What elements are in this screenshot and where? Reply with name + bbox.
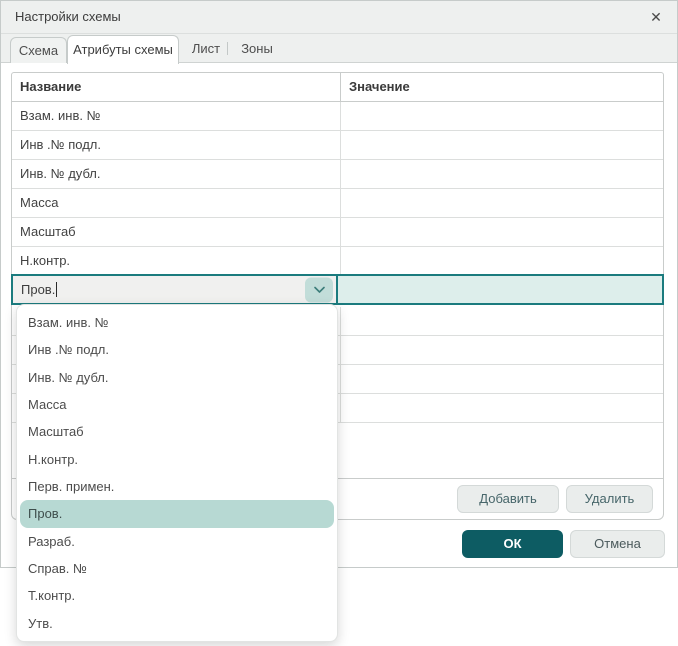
attribute-value-cell[interactable]: [341, 218, 663, 246]
attribute-value-cell[interactable]: [341, 336, 663, 364]
column-header-value: Значение: [349, 79, 410, 94]
close-icon[interactable]: ✕: [643, 5, 669, 29]
attribute-value-cell[interactable]: [341, 131, 663, 159]
dropdown-item[interactable]: Н.контр.: [20, 446, 334, 473]
table-row: Взам. инв. №: [12, 102, 663, 131]
dialog-title: Настройки схемы: [15, 9, 121, 24]
attribute-value-cell[interactable]: [341, 160, 663, 188]
attribute-value-cell[interactable]: [341, 365, 663, 393]
text-caret: [56, 282, 58, 297]
table-row: Инв. № дубл.: [12, 160, 663, 189]
attribute-name-cell[interactable]: Инв. № дубл.: [12, 160, 341, 188]
chevron-down-icon: [313, 286, 325, 293]
attribute-name-cell[interactable]: Инв .№ подл.: [12, 131, 341, 159]
column-header-name: Название: [12, 73, 341, 101]
attribute-value-cell[interactable]: [341, 247, 663, 275]
table-row: Н.контр.: [12, 247, 663, 276]
combobox-value: Пров.: [21, 282, 56, 297]
tab-strip: Схема Атрибуты схемы Лист Зоны: [1, 34, 677, 64]
attribute-dropdown-list: Взам. инв. № Инв .№ подл. Инв. № дубл. Масс…: [16, 304, 338, 642]
attribute-value-cell[interactable]: [341, 102, 663, 130]
table-row: Масса: [12, 189, 663, 218]
attribute-value-cell[interactable]: [341, 189, 663, 217]
table-row: Инв .№ подл.: [12, 131, 663, 160]
attribute-value-cell[interactable]: [341, 307, 663, 335]
add-button[interactable]: Добавить: [457, 485, 559, 513]
attribute-name-cell[interactable]: Масса: [12, 189, 341, 217]
delete-button[interactable]: Удалить: [566, 485, 653, 513]
tab-zones[interactable]: Зоны: [231, 34, 283, 63]
attribute-name-combobox[interactable]: Пров.: [13, 276, 338, 303]
attribute-edit-row: Пров.: [11, 274, 664, 305]
attribute-name-cell[interactable]: Масштаб: [12, 218, 341, 246]
cancel-button[interactable]: Отмена: [570, 529, 665, 558]
tab-sheet[interactable]: Лист: [183, 34, 229, 63]
attribute-value-cell[interactable]: [341, 394, 663, 422]
dropdown-item[interactable]: Справ. №: [20, 555, 334, 582]
combobox-dropdown-button[interactable]: [305, 277, 333, 302]
dropdown-item[interactable]: Т.контр.: [20, 582, 334, 609]
table-header-row: Название Значение: [12, 73, 663, 102]
tab-scheme[interactable]: Схема: [10, 37, 67, 63]
dropdown-item[interactable]: Масштаб: [20, 418, 334, 445]
dropdown-item[interactable]: Инв. № дубл.: [20, 364, 334, 391]
dialog-titlebar: Настройки схемы ✕: [1, 1, 677, 34]
dropdown-item[interactable]: Утв.: [20, 610, 334, 637]
tab-separator: [227, 42, 228, 55]
dropdown-item[interactable]: Разраб.: [20, 528, 334, 555]
attribute-name-cell[interactable]: Взам. инв. №: [12, 102, 341, 130]
dropdown-item[interactable]: Масса: [20, 391, 334, 418]
tab-scheme-attributes[interactable]: Атрибуты схемы: [67, 35, 179, 64]
dropdown-item[interactable]: Взам. инв. №: [20, 309, 334, 336]
dropdown-item[interactable]: Пров.: [20, 500, 334, 528]
ok-button[interactable]: ОК: [462, 529, 563, 558]
table-rows: Взам. инв. № Инв .№ подл. Инв. № дубл. Масс…: [12, 102, 663, 276]
attribute-name-cell[interactable]: Н.контр.: [12, 247, 341, 275]
dropdown-item[interactable]: Перв. примен.: [20, 473, 334, 500]
dropdown-item[interactable]: Инв .№ подл.: [20, 336, 334, 363]
attribute-value-cell-active[interactable]: [338, 276, 662, 303]
table-row: Масштаб: [12, 218, 663, 247]
